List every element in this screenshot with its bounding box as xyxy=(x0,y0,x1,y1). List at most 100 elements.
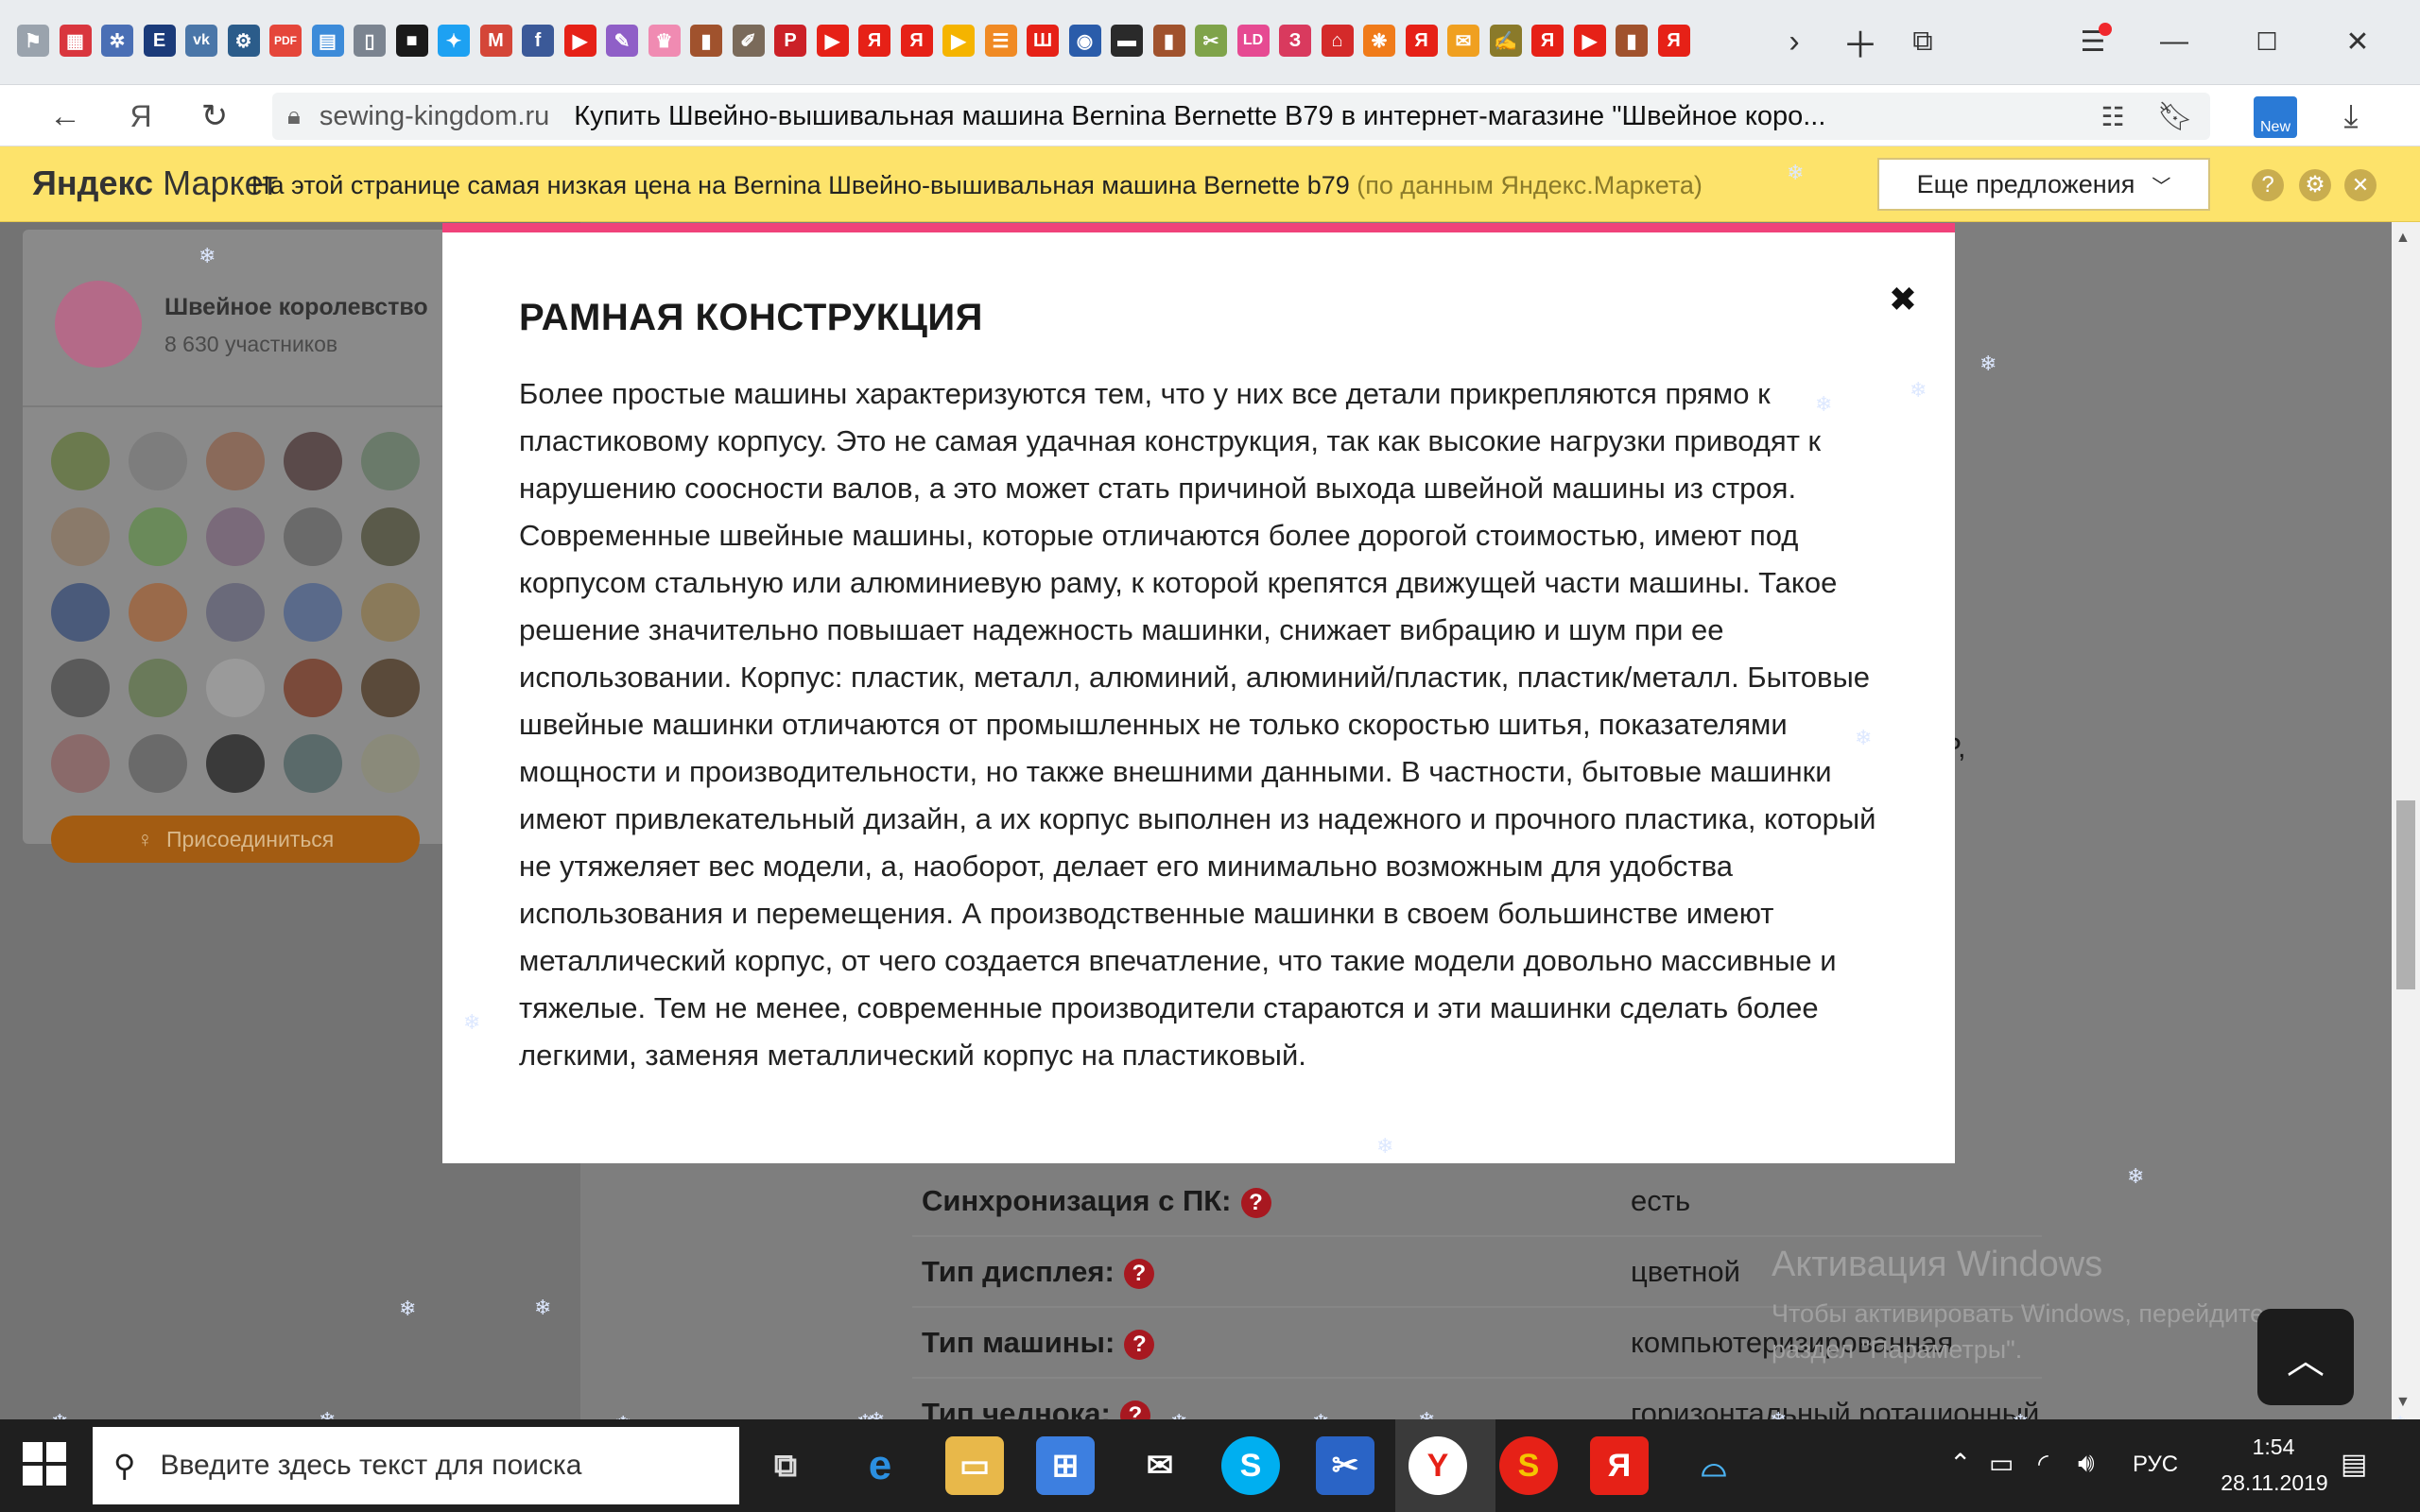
scroll-down-arrow-icon[interactable]: ▼ xyxy=(2395,1394,2411,1411)
question-mark-icon[interactable]: ? xyxy=(1240,1187,1271,1218)
superman-app-icon[interactable]: S xyxy=(1499,1436,1558,1495)
language-indicator[interactable]: РУС xyxy=(2133,1452,2178,1478)
question-mark-icon[interactable]: ? xyxy=(1124,1329,1155,1360)
notebook-icon[interactable]: ✐ xyxy=(732,25,765,57)
vk-icon[interactable]: vk xyxy=(185,25,217,57)
clock-time[interactable]: 1:54 xyxy=(2231,1435,2316,1460)
member-avatar[interactable] xyxy=(51,432,110,490)
orange-app-icon[interactable]: ❋ xyxy=(1363,25,1395,57)
microsoft-store-icon[interactable]: ⊞ xyxy=(1036,1436,1095,1495)
action-center-icon[interactable]: ▤ xyxy=(2341,1448,2367,1481)
clock-date[interactable]: 28.11.2019 xyxy=(2199,1470,2350,1496)
member-avatar[interactable] xyxy=(206,659,265,717)
more-offers-dropdown[interactable]: Еще предложения ﹀ xyxy=(1877,158,2210,211)
yandex-icon[interactable]: Я xyxy=(1405,25,1438,57)
globe-icon[interactable]: ◉ xyxy=(1068,25,1101,57)
yandex-icon[interactable]: Я xyxy=(900,25,933,57)
snowflake-app-icon[interactable]: ✲ xyxy=(101,25,133,57)
red-app-icon[interactable]: ⌂ xyxy=(1321,25,1354,57)
page-scrollbar[interactable]: ▲ ▼ xyxy=(2392,222,2420,1419)
scissors-icon[interactable]: ✂ xyxy=(1195,25,1227,57)
member-avatar[interactable] xyxy=(51,583,110,642)
sh-icon[interactable]: Ш xyxy=(1027,25,1059,57)
pdf-icon[interactable]: PDF xyxy=(269,25,302,57)
next-tabs-chevron-icon[interactable]: › xyxy=(1772,21,1817,62)
member-avatar[interactable] xyxy=(129,583,187,642)
member-avatar[interactable] xyxy=(206,734,265,793)
taskbar-search-box[interactable]: ⚲ Введите здесь текст для поиска xyxy=(93,1427,739,1504)
member-avatar[interactable] xyxy=(206,432,265,490)
member-avatar[interactable] xyxy=(206,507,265,566)
new-tab-plus-icon[interactable]: ＋ xyxy=(1838,21,1883,66)
yandex-home-icon[interactable]: Я xyxy=(117,94,164,138)
e-icon[interactable]: E xyxy=(143,25,176,57)
dark-card-icon[interactable]: ▬ xyxy=(1111,25,1143,57)
bookmark-flag-icon[interactable]: ⚑ xyxy=(17,25,49,57)
bookmark-icon[interactable]: 🔖︎ xyxy=(2152,94,2199,138)
member-avatar[interactable] xyxy=(284,659,342,717)
swirl-icon[interactable]: З xyxy=(1279,25,1311,57)
member-avatar[interactable] xyxy=(284,507,342,566)
yandex-app-icon[interactable]: Я xyxy=(1590,1436,1649,1495)
scroll-up-arrow-icon[interactable]: ▲ xyxy=(2395,230,2411,247)
snipping-tool-icon[interactable]: ✂ xyxy=(1316,1436,1374,1495)
member-avatar[interactable] xyxy=(361,432,420,490)
member-avatar[interactable] xyxy=(361,659,420,717)
maximize-window-button[interactable]: ☐ xyxy=(2244,21,2290,62)
bear-icon[interactable]: ▮ xyxy=(1616,25,1648,57)
member-avatar[interactable] xyxy=(129,659,187,717)
mail-icon[interactable]: ✉ xyxy=(1131,1436,1189,1495)
reload-icon[interactable]: ↻ xyxy=(191,94,238,138)
edge-browser-icon[interactable]: e xyxy=(851,1436,909,1495)
join-group-button[interactable]: ♀ Присоединиться xyxy=(51,816,420,863)
clapper-icon[interactable]: ▦ xyxy=(59,25,92,57)
scrollbar-thumb[interactable] xyxy=(2396,800,2415,989)
pen-icon[interactable]: ✍ xyxy=(1489,25,1522,57)
question-mark-icon[interactable]: ? xyxy=(1123,1258,1154,1289)
volume-icon[interactable]: 🔊︎ xyxy=(2078,1448,2095,1479)
member-avatar[interactable] xyxy=(51,659,110,717)
feather-icon[interactable]: ✎ xyxy=(606,25,638,57)
gear-app-icon[interactable]: ⚙ xyxy=(227,25,260,57)
youtube-icon[interactable]: ▶ xyxy=(816,25,849,57)
member-avatar[interactable] xyxy=(361,507,420,566)
play-icon[interactable]: ▶ xyxy=(942,25,975,57)
twitter-icon[interactable]: ✦ xyxy=(438,25,470,57)
mail-icon[interactable]: ✉ xyxy=(1447,25,1479,57)
member-avatar[interactable] xyxy=(361,583,420,642)
yandex-icon[interactable]: Я xyxy=(858,25,890,57)
yandex-icon[interactable]: Я xyxy=(1657,25,1690,57)
member-avatar[interactable] xyxy=(284,432,342,490)
brown-app-icon[interactable]: ▮ xyxy=(690,25,722,57)
yandex-browser-icon[interactable]: Y xyxy=(1409,1436,1467,1495)
minimize-window-button[interactable]: — xyxy=(2152,21,2197,62)
close-modal-icon[interactable]: ✖ xyxy=(1889,280,1917,319)
yandex-icon[interactable]: Я xyxy=(1531,25,1564,57)
close-bar-icon[interactable]: ✕ xyxy=(2344,169,2377,201)
group-name[interactable]: Швейное королевство xyxy=(164,294,428,321)
member-avatar[interactable] xyxy=(361,734,420,793)
member-avatar[interactable] xyxy=(129,734,187,793)
group-avatar[interactable] xyxy=(55,281,142,368)
document-icon[interactable]: ▯ xyxy=(354,25,386,57)
bear-icon[interactable]: ▮ xyxy=(1152,25,1185,57)
youtube-icon[interactable]: ▶ xyxy=(1573,25,1606,57)
windows-start-icon[interactable] xyxy=(23,1442,66,1486)
reader-mode-icon[interactable]: ☷ xyxy=(2089,94,2136,138)
bookmarks-panel-icon[interactable]: ⧉ xyxy=(1900,21,1945,62)
pinterest-icon[interactable]: P xyxy=(774,25,806,57)
battery-icon[interactable]: ▭ xyxy=(1989,1448,2014,1479)
member-avatar[interactable] xyxy=(51,507,110,566)
skype-icon[interactable]: S xyxy=(1221,1436,1280,1495)
back-arrow-icon[interactable]: ← xyxy=(42,94,89,138)
scroll-to-top-button[interactable]: ︿ xyxy=(2257,1309,2354,1405)
facebook-icon[interactable]: f xyxy=(522,25,554,57)
task-view-icon[interactable]: ⧉ xyxy=(756,1436,815,1495)
member-avatar[interactable] xyxy=(129,507,187,566)
member-avatar[interactable] xyxy=(51,734,110,793)
file-explorer-icon[interactable]: ▭ xyxy=(945,1436,1004,1495)
cake-icon[interactable]: ♛ xyxy=(648,25,681,57)
member-avatar[interactable] xyxy=(284,734,342,793)
ld-icon[interactable]: LD xyxy=(1236,25,1270,57)
member-avatar[interactable] xyxy=(206,583,265,642)
